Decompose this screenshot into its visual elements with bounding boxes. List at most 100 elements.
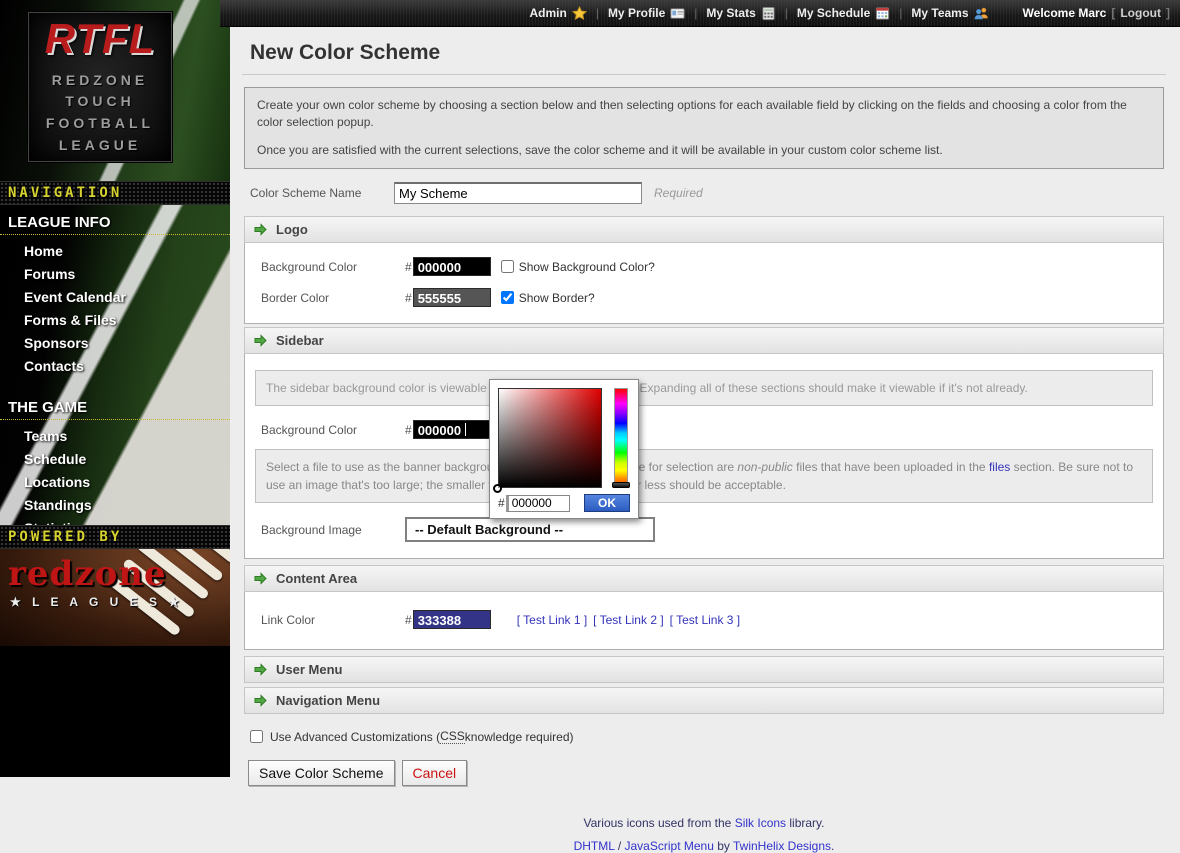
redzone-brand-text: redzone [8, 557, 167, 591]
ok-button[interactable]: OK [584, 494, 630, 512]
logo-border-color-field[interactable]: 555555 [413, 288, 491, 307]
sidebar-background-color-field[interactable]: 000000 [413, 420, 491, 439]
topbar-separator: | [899, 6, 902, 20]
page-title: New Color Scheme [242, 39, 1166, 75]
show-background-color-checkbox[interactable] [501, 260, 514, 273]
section-title: Navigation Menu [276, 693, 380, 708]
sidebar-item-statistics[interactable]: Statistics [0, 517, 230, 525]
section-title: Sidebar [276, 333, 324, 348]
required-hint: Required [654, 186, 703, 200]
hash-prefix: # [405, 260, 412, 274]
topbar-item-my-profile[interactable]: My Profile [608, 6, 685, 21]
green-arrow-icon [254, 223, 267, 236]
sidebar-background-color-row: Background Color # 000000 [245, 414, 1163, 445]
logout-bracket: ] [1166, 6, 1170, 20]
section-header-logo[interactable]: Logo [244, 216, 1164, 243]
footer-line-2: DHTML / JavaScript Menu by TwinHelix Des… [242, 839, 1166, 853]
test-link-1[interactable]: [ Test Link 1 ] [517, 613, 587, 627]
link-color-field[interactable]: 333388 [413, 610, 491, 629]
sidebar-item-contacts[interactable]: Contacts [0, 355, 230, 378]
test-link-3[interactable]: [ Test Link 3 ] [670, 613, 740, 627]
powered-by-logo[interactable]: redzone ★ L E A G U E S ★ [0, 549, 230, 646]
files-link[interactable]: files [989, 460, 1010, 474]
intro-box: Create your own color scheme by choosing… [244, 87, 1164, 169]
topbar-item-label: My Stats [706, 6, 755, 20]
color-scheme-name-label: Color Scheme Name [244, 186, 394, 200]
advanced-customizations-checkbox[interactable] [250, 730, 263, 743]
topbar-separator: | [596, 6, 599, 20]
hash-prefix: # [405, 423, 412, 437]
intro-paragraph-2: Once you are satisfied with the current … [257, 142, 1151, 159]
section-header-user-menu[interactable]: User Menu [244, 656, 1164, 683]
test-links: [ Test Link 1 ] [ Test Link 2 ] [ Test L… [517, 613, 740, 627]
navigation-banner: NAVIGATION [0, 181, 230, 205]
javascript-menu-link[interactable]: JavaScript Menu [625, 839, 714, 853]
cancel-button[interactable]: Cancel [402, 760, 468, 786]
logo-border-color-row: Border Color # 555555 Show Border? [245, 282, 1163, 313]
league-logo[interactable]: RTFL REDZONE TOUCH FOOTBALL LEAGUE [28, 12, 172, 162]
sidebar-item-forms-files[interactable]: Forms & Files [0, 309, 230, 332]
twinhelix-link[interactable]: TwinHelix Designs [733, 839, 831, 853]
color-selection-marker[interactable] [493, 484, 502, 493]
section-header-navigation-menu[interactable]: Navigation Menu [244, 687, 1164, 714]
hue-slider[interactable] [614, 388, 628, 488]
advanced-customizations-row: Use Advanced Customizations (CSS knowled… [244, 729, 1164, 744]
silk-icons-link[interactable]: Silk Icons [735, 816, 786, 830]
topbar-item-label: My Profile [608, 6, 665, 20]
section-header-sidebar[interactable]: Sidebar [244, 327, 1164, 354]
sidebar-color-note: The sidebar background color is viewable… [255, 370, 1153, 406]
welcome-text: Welcome Marc [1023, 6, 1107, 20]
page-footer: Various icons used from the Silk Icons l… [242, 816, 1166, 853]
topbar-item-my-stats[interactable]: My Stats [706, 6, 775, 21]
footer-text: library. [786, 816, 824, 830]
topbar-separator: | [785, 6, 788, 20]
saturation-value-square[interactable] [498, 388, 602, 488]
sidebar-filler [0, 646, 230, 777]
topbar-separator: | [694, 6, 697, 20]
topbar-item-my-teams[interactable]: My Teams [911, 6, 988, 21]
section-box-logo: Background Color # 000000 Show Backgroun… [244, 243, 1164, 324]
footer-text: / [614, 839, 624, 853]
logout-link[interactable]: Logout [1120, 6, 1161, 20]
hue-slider-handle[interactable] [612, 482, 630, 488]
sidebar-item-schedule[interactable]: Schedule [0, 448, 230, 471]
redzone-leagues-text: ★ L E A G U E S ★ [10, 595, 183, 609]
background-image-row: Background Image -- Default Background -… [245, 511, 1163, 548]
field-label: Background Color [255, 423, 405, 437]
sidebar-item-locations[interactable]: Locations [0, 471, 230, 494]
test-link-2[interactable]: [ Test Link 2 ] [593, 613, 663, 627]
nav-section-the-game: THE GAME [0, 390, 230, 420]
topbar-item-label: My Teams [911, 6, 968, 20]
topbar-item-admin[interactable]: Admin [529, 6, 586, 21]
hash-prefix: # [405, 613, 412, 627]
green-arrow-icon [254, 572, 267, 585]
sidebar-item-event-calendar[interactable]: Event Calendar [0, 286, 230, 309]
star-icon [572, 6, 587, 21]
sidebar-item-teams[interactable]: Teams [0, 425, 230, 448]
dhtml-link[interactable]: DHTML [574, 839, 615, 853]
group-icon [974, 6, 989, 21]
sidebar-item-sponsors[interactable]: Sponsors [0, 332, 230, 355]
show-border-checkbox[interactable] [501, 291, 514, 304]
league-logo-line: FOOTBALL [46, 113, 154, 135]
green-arrow-icon [254, 334, 267, 347]
css-abbr: CSS [440, 729, 465, 744]
sidebar-logo-area: RTFL REDZONE TOUCH FOOTBALL LEAGUE [0, 0, 230, 181]
league-logo-line: LEAGUE [59, 135, 141, 157]
checkbox-label: Show Background Color? [519, 260, 655, 274]
note-text: files that have been uploaded in the [793, 460, 989, 474]
color-scheme-name-input[interactable] [394, 182, 642, 204]
background-image-select[interactable]: -- Default Background -- [405, 517, 655, 542]
topbar-item-my-schedule[interactable]: My Schedule [797, 6, 890, 21]
picker-hex-row: # OK [498, 494, 630, 512]
hex-color-input[interactable] [506, 495, 570, 512]
logo-background-color-field[interactable]: 000000 [413, 257, 491, 276]
sidebar-item-forums[interactable]: Forums [0, 263, 230, 286]
footer-line-1: Various icons used from the Silk Icons l… [242, 816, 1166, 830]
nav-section-league-info: LEAGUE INFO [0, 205, 230, 235]
sidebar-item-standings[interactable]: Standings [0, 494, 230, 517]
sidebar-nav: LEAGUE INFO Home Forums Event Calendar F… [0, 205, 230, 525]
save-color-scheme-button[interactable]: Save Color Scheme [248, 760, 395, 786]
section-header-content-area[interactable]: Content Area [244, 565, 1164, 592]
sidebar-item-home[interactable]: Home [0, 240, 230, 263]
